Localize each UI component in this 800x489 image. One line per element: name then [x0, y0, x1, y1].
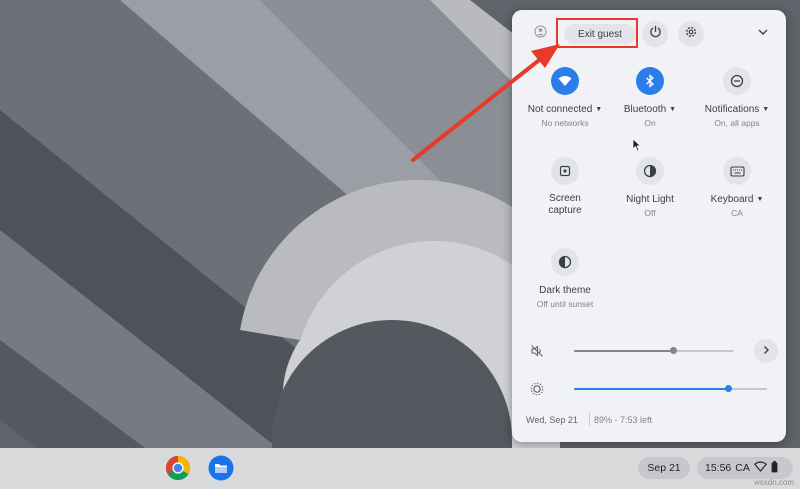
tile-dark-theme[interactable]: Dark theme Off until sunset — [520, 248, 610, 310]
volume-row — [526, 338, 771, 364]
shelf-ime: CA — [735, 462, 750, 474]
tile-bluetooth-status: On — [644, 118, 656, 128]
chevron-down-icon — [757, 25, 769, 43]
footer-battery: 89% - 7:53 left — [594, 415, 653, 425]
tile-night-light[interactable]: Night Light Off — [605, 157, 695, 219]
night-light-icon — [636, 157, 664, 185]
screen-capture-icon — [551, 157, 579, 185]
power-button[interactable] — [642, 21, 668, 47]
chevron-right-icon — [761, 342, 771, 360]
collapse-button[interactable] — [750, 21, 776, 47]
tile-bluetooth[interactable]: Bluetooth ▼ On — [605, 67, 695, 129]
brightness-row — [526, 376, 771, 402]
wifi-icon — [551, 67, 579, 95]
tile-dark-theme-label: Dark theme — [539, 285, 591, 296]
tile-network-label: Not connected — [527, 104, 593, 115]
tile-keyboard-status: CA — [731, 208, 743, 218]
brightness-slider-handle[interactable] — [724, 385, 732, 392]
tile-dark-theme-status: Off until sunset — [536, 299, 594, 309]
caret-down-icon: ▼ — [595, 106, 603, 113]
files-app-icon[interactable] — [208, 455, 234, 481]
footer-divider — [589, 413, 590, 426]
tile-notifications-status: On, all apps — [714, 118, 760, 128]
tile-screen-capture-label-2: capture — [548, 205, 582, 216]
tile-screen-capture-label-1: Screen — [549, 193, 581, 204]
tile-night-light-label: Night Light — [626, 194, 674, 205]
avatar-icon — [533, 25, 547, 43]
tile-bluetooth-label: Bluetooth — [623, 104, 667, 115]
exit-guest-button[interactable]: Exit guest — [564, 24, 636, 44]
caret-down-icon: ▼ — [669, 106, 677, 113]
avatar[interactable] — [527, 21, 553, 47]
power-icon — [649, 25, 662, 43]
tile-notifications[interactable]: Notifications ▼ On, all apps — [692, 67, 782, 129]
quick-settings-panel: Exit guest Not connected ▼ No networks Bl… — [512, 10, 786, 442]
tile-keyboard[interactable]: Keyboard ▼ CA — [692, 157, 782, 219]
battery-icon — [771, 460, 778, 476]
footer-date[interactable]: Wed, Sep 21 — [526, 415, 578, 425]
volume-slider-handle[interactable] — [669, 347, 677, 354]
keyboard-icon — [723, 157, 751, 185]
settings-button[interactable] — [678, 21, 704, 47]
gear-icon — [684, 25, 698, 44]
watermark: wsxdn.com — [753, 478, 794, 487]
chrome-app-icon[interactable] — [165, 455, 191, 481]
tile-network-status: No networks — [541, 118, 589, 128]
brightness-icon — [526, 378, 548, 400]
status-area[interactable]: 15:56 CA — [697, 457, 793, 479]
shelf-date: Sep 21 — [647, 462, 681, 474]
tile-network[interactable]: Not connected ▼ No networks — [520, 67, 610, 129]
dark-theme-icon — [551, 248, 579, 276]
tile-notifications-label: Notifications — [704, 104, 760, 115]
shelf-date-pill[interactable]: Sep 21 — [638, 457, 690, 479]
tile-screen-capture[interactable]: Screen capture — [520, 157, 610, 217]
audio-settings-button[interactable] — [754, 339, 778, 363]
shelf-time: 15:56 — [705, 462, 732, 474]
caret-down-icon: ▼ — [756, 196, 764, 203]
tile-night-light-status: Off — [644, 208, 656, 218]
caret-down-icon: ▼ — [762, 106, 770, 113]
volume-slider-fill — [574, 350, 674, 352]
notifications-icon — [723, 67, 751, 95]
mouse-cursor — [632, 138, 642, 152]
tile-keyboard-label: Keyboard — [710, 194, 754, 205]
bluetooth-icon — [636, 67, 664, 95]
brightness-slider-fill — [574, 388, 729, 390]
volume-muted-icon[interactable] — [526, 340, 548, 362]
wifi-status-icon — [753, 461, 767, 475]
